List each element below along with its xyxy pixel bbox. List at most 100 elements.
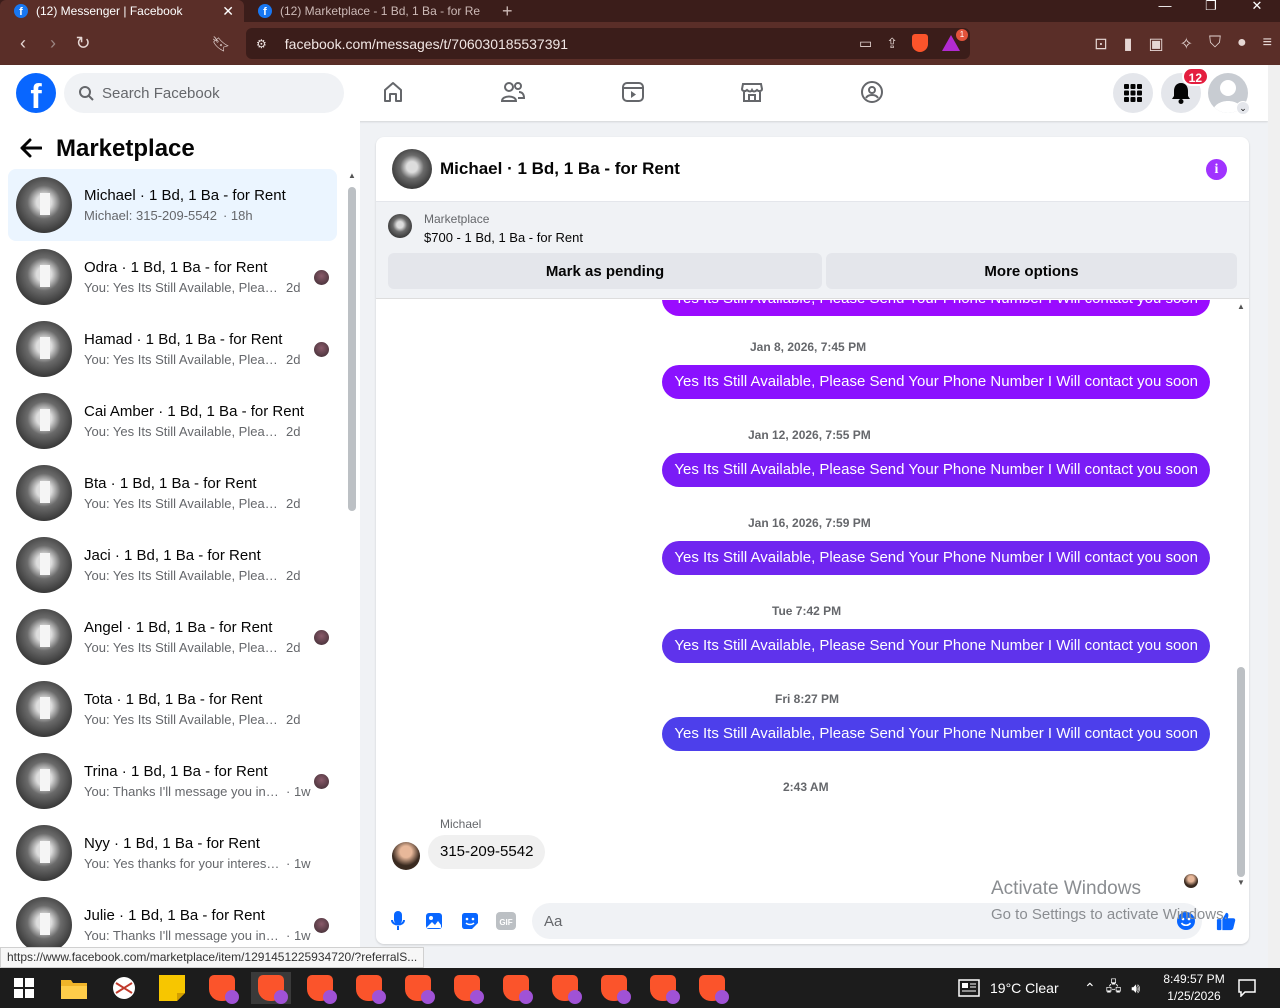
notification-center-icon[interactable] [1238, 968, 1256, 1008]
forward-icon[interactable]: › [38, 33, 68, 54]
minimize-icon[interactable]: — [1142, 0, 1188, 22]
mark-pending-button[interactable]: Mark as pending [388, 253, 822, 289]
brave-rewards-icon[interactable]: 1 [942, 29, 968, 51]
marketplace-icon[interactable] [737, 77, 767, 107]
brave-window-button[interactable] [643, 972, 683, 1004]
sticker-icon[interactable] [460, 911, 480, 931]
sticky-notes-icon[interactable] [152, 972, 192, 1004]
sent-message[interactable]: Yes Its Still Available, Please Send You… [662, 300, 1210, 316]
chat-title[interactable]: Michael · 1 Bd, 1 Ba - for Rent [440, 159, 680, 179]
vpn-icon[interactable]: ⛉ [1209, 34, 1221, 54]
listing-thumbnail[interactable] [388, 214, 412, 238]
close-tab-icon[interactable]: ✕ [222, 3, 234, 20]
tray-chevron-up-icon[interactable]: ⌃ [1084, 980, 1096, 997]
tab-messenger[interactable]: f (12) Messenger | Facebook ✕ [0, 0, 244, 22]
gif-icon[interactable]: GIF [496, 911, 516, 931]
conversation-item[interactable]: Hamad · 1 Bd, 1 Ba - for Rent You: Yes It… [8, 313, 337, 385]
chat-scrollbar[interactable]: ▲ ▼ [1234, 300, 1248, 890]
sidebar-icon[interactable]: ▮ [1124, 34, 1133, 54]
share-icon[interactable]: ⇪ [886, 35, 898, 52]
wallet-icon[interactable]: ▣ [1148, 34, 1163, 54]
site-settings-icon[interactable]: ⚙ [256, 37, 267, 51]
menu-grid-button[interactable] [1113, 73, 1153, 113]
profile-icon[interactable]: ● [1237, 34, 1247, 54]
leo-ai-icon[interactable]: ✧ [1180, 34, 1193, 54]
brave-window-button[interactable] [300, 972, 340, 1004]
received-message[interactable]: 315-209-5542 [428, 835, 546, 869]
brave-window-button[interactable] [398, 972, 438, 1004]
conversation-item[interactable]: Odra · 1 Bd, 1 Ba - for Rent You: Yes Its… [8, 241, 337, 313]
brave-window-button[interactable] [251, 972, 291, 1004]
conversation-time: 2d [286, 496, 301, 511]
conversation-item[interactable]: Cai Amber · 1 Bd, 1 Ba - for Rent You: Ye… [8, 385, 337, 457]
friends-icon[interactable] [498, 77, 528, 107]
screenshot-icon[interactable]: ⊡ [1094, 34, 1107, 54]
brave-window-button[interactable] [202, 972, 242, 1004]
home-icon[interactable] [378, 77, 408, 107]
bookmark-icon[interactable]: 🔖︎ [206, 35, 236, 53]
search-input[interactable] [102, 84, 322, 102]
chat-avatar[interactable] [392, 149, 432, 189]
sent-message[interactable]: Yes Its Still Available, Please Send You… [662, 365, 1210, 399]
video-icon[interactable] [618, 77, 648, 107]
brave-icon [699, 975, 729, 1004]
reload-icon[interactable]: ↻ [68, 33, 98, 54]
groups-icon[interactable] [857, 77, 887, 107]
photo-icon[interactable] [424, 911, 444, 931]
brave-window-button[interactable] [692, 972, 732, 1004]
tab-title: (12) Marketplace - 1 Bd, 1 Ba - for Rent [280, 4, 480, 18]
sidebar-scroll-thumb[interactable] [348, 187, 356, 511]
new-tab-icon[interactable]: + [502, 1, 513, 22]
conversation-item[interactable]: Tota · 1 Bd, 1 Ba - for Rent You: Yes Its… [8, 673, 337, 745]
conversation-item[interactable]: Michael · 1 Bd, 1 Ba - for Rent Michael: … [8, 169, 337, 241]
sidebar-scrollbar[interactable]: ▲ [346, 171, 358, 951]
sent-message[interactable]: Yes Its Still Available, Please Send You… [662, 453, 1210, 487]
chat-scroll-thumb[interactable] [1237, 667, 1245, 877]
file-explorer-icon[interactable] [54, 972, 94, 1004]
back-icon[interactable]: ‹ [8, 33, 38, 54]
scroll-up-icon[interactable]: ▲ [348, 171, 356, 180]
toolbar-right-icons: ⊡ ▮ ▣ ✧ ⛉ ● ≡ [1094, 34, 1272, 54]
brave-window-button[interactable] [447, 972, 487, 1004]
search-box[interactable] [64, 73, 344, 113]
notifications-button[interactable]: 12 [1161, 67, 1209, 113]
conversation-item[interactable]: Bta · 1 Bd, 1 Ba - for Rent You: Yes Its … [8, 457, 337, 529]
clock[interactable]: 8:49:57 PM 1/25/2026 [1154, 971, 1234, 1005]
microphone-icon[interactable] [388, 911, 408, 931]
scroll-up-icon[interactable]: ▲ [1237, 302, 1245, 311]
more-options-button[interactable]: More options [826, 253, 1237, 289]
maximize-icon[interactable]: ❐ [1188, 0, 1234, 22]
weather-widget[interactable]: 19°C Clear [958, 968, 1059, 1008]
back-arrow-icon[interactable] [20, 134, 43, 165]
brave-window-button[interactable] [349, 972, 389, 1004]
facebook-logo[interactable]: f [16, 73, 56, 113]
address-bar[interactable]: ⚙ facebook.com/messages/t/70603018553739… [246, 28, 970, 59]
listing-title[interactable]: $700 - 1 Bd, 1 Ba - for Rent [424, 230, 583, 245]
conversation-item[interactable]: Julie · 1 Bd, 1 Ba - for Rent You: Thanks… [8, 889, 337, 951]
tab-marketplace[interactable]: f (12) Marketplace - 1 Bd, 1 Ba - for Re… [244, 0, 490, 22]
network-icon[interactable]: 🖧︎ [1106, 976, 1122, 1000]
conversation-item[interactable]: Nyy · 1 Bd, 1 Ba - for Rent You: Yes than… [8, 817, 337, 889]
brave-window-button[interactable] [545, 972, 585, 1004]
chevron-down-icon[interactable]: ⌄ [1236, 101, 1250, 115]
start-button[interactable] [4, 972, 44, 1004]
close-window-icon[interactable]: ✕ [1234, 0, 1280, 22]
volume-icon[interactable]: 🔊︎ [1131, 980, 1140, 997]
snipping-tool-icon[interactable] [104, 972, 144, 1004]
brave-window-button[interactable] [496, 972, 536, 1004]
conversation-item[interactable]: Trina · 1 Bd, 1 Ba - for Rent You: Thanks… [8, 745, 337, 817]
page-scrollbar[interactable] [1268, 65, 1280, 968]
sent-message[interactable]: Yes Its Still Available, Please Send You… [662, 629, 1210, 663]
menu-icon[interactable]: ≡ [1263, 34, 1272, 54]
info-icon[interactable]: i [1206, 159, 1227, 180]
brave-shields-icon[interactable] [912, 34, 928, 52]
conversation-item[interactable]: Jaci · 1 Bd, 1 Ba - for Rent You: Yes Its… [8, 529, 337, 601]
sent-message[interactable]: Yes Its Still Available, Please Send You… [662, 717, 1210, 751]
scroll-down-icon[interactable]: ▼ [1237, 878, 1245, 887]
sent-message[interactable]: Yes Its Still Available, Please Send You… [662, 541, 1210, 575]
sender-avatar[interactable] [392, 842, 420, 870]
cast-icon[interactable]: ▭ [859, 35, 872, 52]
brave-icon [209, 975, 239, 1004]
brave-window-button[interactable] [594, 972, 634, 1004]
conversation-item[interactable]: Angel · 1 Bd, 1 Ba - for Rent You: Yes It… [8, 601, 337, 673]
